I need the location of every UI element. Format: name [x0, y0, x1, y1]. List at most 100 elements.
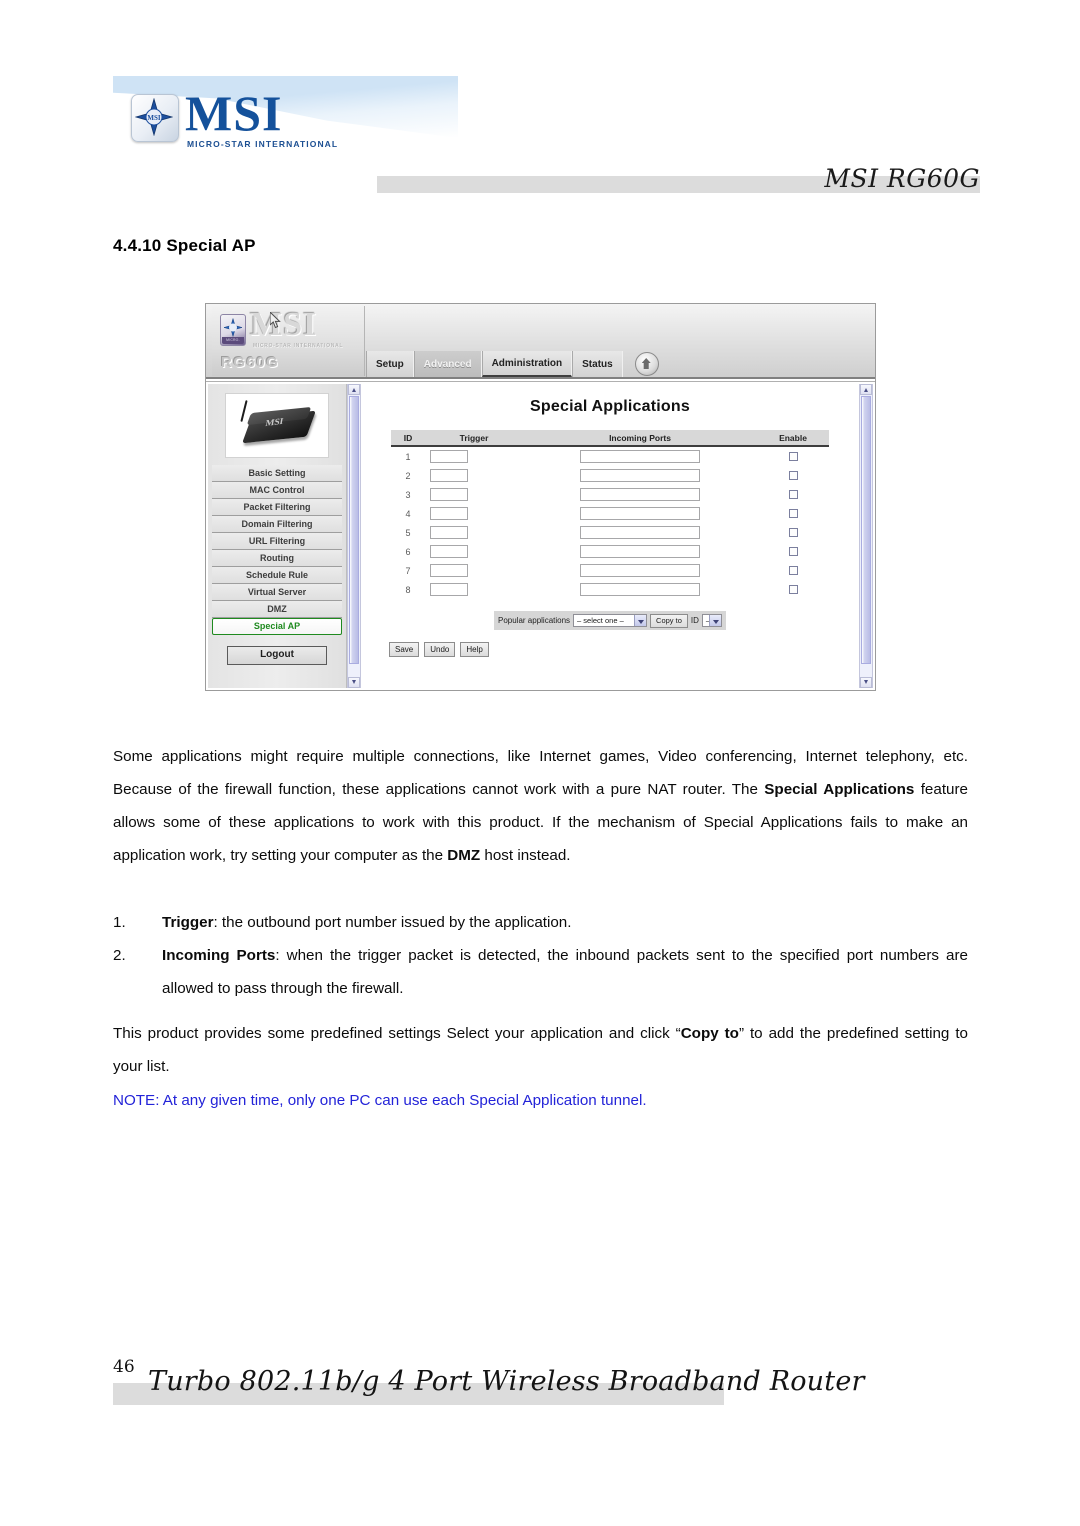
trigger-input[interactable]: [430, 544, 468, 558]
incoming-ports-input[interactable]: [580, 525, 700, 539]
row-id: 5: [405, 527, 411, 538]
row-id: 4: [405, 508, 411, 519]
table-row: 6: [391, 542, 829, 561]
router-sidebar: MSI Basic Setting MAC Control Packet Fil…: [208, 384, 347, 688]
content-page-title: Special Applications: [530, 398, 690, 415]
sidebar-item-packet-filtering[interactable]: Packet Filtering: [212, 499, 342, 516]
list-item: 2. Incoming Ports: when the trigger pack…: [113, 939, 968, 1005]
enable-checkbox[interactable]: [788, 565, 798, 575]
document-header-logo: MSI MSI MICRO-STAR INTERNATIONAL: [113, 76, 458, 160]
table-row: 3: [391, 485, 829, 504]
router-ui-body: MSI Basic Setting MAC Control Packet Fil…: [206, 381, 875, 690]
row-id: 7: [405, 565, 411, 576]
scroll-down-arrow-icon[interactable]: [348, 677, 360, 688]
list-item-bold: Trigger: [162, 914, 214, 931]
router-msi-emblem-icon: MICRO-STAR: [220, 314, 246, 346]
sidebar-item-special-ap[interactable]: Special AP: [212, 618, 342, 635]
list-item-bold: Incoming Ports: [162, 947, 276, 964]
paragraph-1-bold-1: Special Applications: [764, 781, 915, 798]
scroll-up-arrow-icon[interactable]: [348, 384, 360, 395]
trigger-input[interactable]: [430, 487, 468, 501]
enable-checkbox[interactable]: [788, 508, 798, 518]
tab-setup[interactable]: Setup: [366, 351, 414, 377]
sidebar-item-dmz[interactable]: DMZ: [212, 601, 342, 618]
popular-applications-label: Popular applications: [498, 616, 571, 625]
copy-to-button[interactable]: Copy to: [650, 613, 688, 628]
list-item-text: : the outbound port number issued by the…: [213, 914, 572, 931]
sidebar-item-basic-setting[interactable]: Basic Setting: [212, 465, 342, 482]
id-select[interactable]: –: [701, 614, 722, 627]
msi-tagline: MICRO-STAR INTERNATIONAL: [187, 139, 339, 149]
help-button[interactable]: Help: [460, 642, 489, 657]
sidebar-item-schedule-rule[interactable]: Schedule Rule: [212, 567, 342, 584]
incoming-ports-input[interactable]: [580, 582, 700, 596]
trigger-input[interactable]: [430, 582, 468, 596]
table-row: 8: [391, 580, 829, 599]
star-icon: MSI: [135, 98, 173, 136]
trigger-input[interactable]: [430, 525, 468, 539]
tab-administration[interactable]: Administration: [481, 351, 573, 377]
paragraph-1-bold-2: DMZ: [447, 847, 481, 864]
outer-scrollbar[interactable]: [859, 384, 873, 688]
sidebar-item-domain-filtering[interactable]: Domain Filtering: [212, 516, 342, 533]
special-applications-table: ID Trigger Incoming Ports Enable 1 2 3 4…: [391, 430, 829, 599]
body-paragraph-3: This product provides some predefined se…: [113, 1017, 968, 1083]
trigger-input[interactable]: [430, 563, 468, 577]
list-number: 1.: [113, 914, 126, 931]
incoming-ports-input[interactable]: [580, 468, 700, 482]
row-id: 3: [405, 489, 411, 500]
chevron-down-icon[interactable]: [634, 615, 647, 626]
footer-title: Turbo 802.11b/g 4 Port Wireless Broadban…: [148, 1366, 865, 1397]
enable-checkbox[interactable]: [788, 451, 798, 461]
incoming-ports-input[interactable]: [580, 487, 700, 501]
id-label: ID: [690, 616, 699, 625]
row-id: 8: [405, 584, 411, 595]
sidebar-item-url-filtering[interactable]: URL Filtering: [212, 533, 342, 550]
home-icon[interactable]: [634, 352, 659, 376]
enable-checkbox[interactable]: [788, 527, 798, 537]
incoming-ports-input[interactable]: [580, 563, 700, 577]
scrollbar-thumb[interactable]: [349, 396, 359, 664]
save-button[interactable]: Save: [389, 642, 420, 657]
table-row: 2: [391, 466, 829, 485]
router-nav-tabs[interactable]: Setup Advanced Administration Status: [366, 351, 659, 377]
trigger-input[interactable]: [430, 449, 468, 463]
incoming-ports-input[interactable]: [580, 544, 700, 558]
chevron-down-icon[interactable]: [708, 615, 721, 626]
enable-checkbox[interactable]: [788, 470, 798, 480]
logout-button[interactable]: Logout: [227, 646, 327, 665]
router-content-pane: Special Applications ID Trigger Incoming…: [361, 384, 859, 688]
router-ui-banner: MICRO-STAR MSI MICRO-STAR INTERNATIONAL …: [206, 304, 875, 379]
tab-status[interactable]: Status: [572, 351, 623, 377]
scrollbar-thumb[interactable]: [861, 396, 871, 664]
msi-wordmark: MSI: [185, 85, 283, 141]
popular-applications-select[interactable]: – select one –: [573, 614, 648, 627]
popular-applications-bar: Popular applications – select one – Copy…: [494, 611, 726, 630]
table-row: 5: [391, 523, 829, 542]
undo-button[interactable]: Undo: [424, 642, 456, 657]
paragraph-3-part-1: This product provides some predefined se…: [113, 1025, 681, 1042]
sidebar-item-virtual-server[interactable]: Virtual Server: [212, 584, 342, 601]
column-header-incoming-ports: Incoming Ports: [609, 432, 671, 443]
trigger-input[interactable]: [430, 506, 468, 520]
enable-checkbox[interactable]: [788, 546, 798, 556]
inner-scrollbar[interactable]: [347, 384, 361, 688]
table-row: 7: [391, 561, 829, 580]
row-id: 6: [405, 546, 411, 557]
incoming-ports-input[interactable]: [580, 506, 700, 520]
column-header-enable: Enable: [779, 432, 807, 443]
sidebar-item-routing[interactable]: Routing: [212, 550, 342, 567]
scroll-down-arrow-icon[interactable]: [860, 677, 872, 688]
trigger-input[interactable]: [430, 468, 468, 482]
tab-advanced[interactable]: Advanced: [413, 351, 482, 377]
router-sidebar-menu: Basic Setting MAC Control Packet Filteri…: [208, 465, 346, 635]
scroll-up-arrow-icon[interactable]: [860, 384, 872, 395]
enable-checkbox[interactable]: [788, 584, 798, 594]
list-item: 1. Trigger: the outbound port number iss…: [113, 906, 968, 939]
router-brand-wordmark: MSI: [250, 306, 318, 343]
router-ui-logo-box: MICRO-STAR MSI MICRO-STAR INTERNATIONAL …: [212, 306, 365, 376]
column-header-trigger: Trigger: [459, 432, 489, 443]
enable-checkbox[interactable]: [788, 489, 798, 499]
incoming-ports-input[interactable]: [580, 449, 700, 463]
sidebar-item-mac-control[interactable]: MAC Control: [212, 482, 342, 499]
